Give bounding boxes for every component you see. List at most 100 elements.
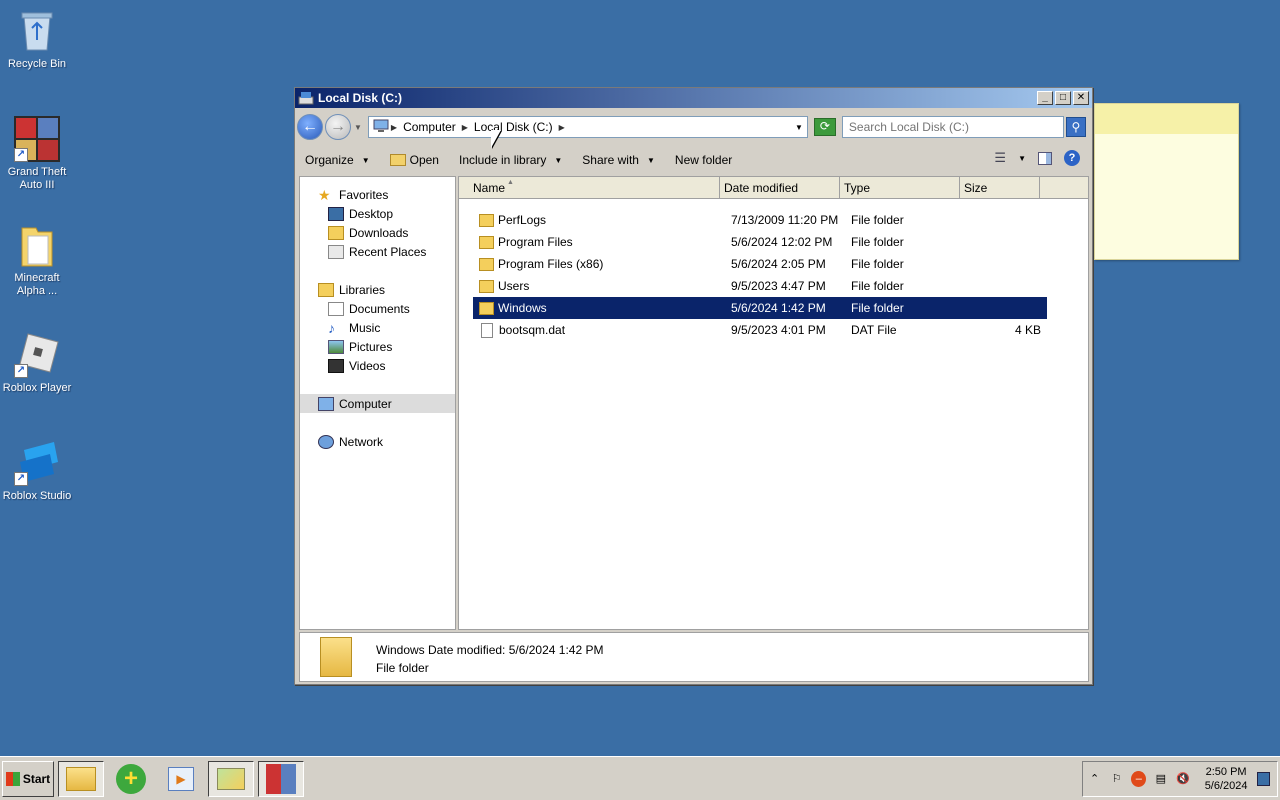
forward-button[interactable]: → [325,114,351,140]
breadcrumb-separator-icon[interactable]: ▶ [391,123,397,132]
share-with-button[interactable]: Share with ▼ [582,153,655,167]
desktop-icon-minecraft[interactable]: Minecraft Alpha ... [0,222,74,298]
nav-favorites[interactable]: ★ Favorites [300,185,455,204]
videos-icon [328,358,344,373]
column-header-size[interactable]: Size [960,177,1040,198]
sticky-note[interactable] [1094,103,1239,260]
taskbar-explorer[interactable] [58,760,104,797]
nav-downloads[interactable]: Downloads [300,223,455,242]
star-icon: ★ [318,186,331,203]
folder-icon [14,222,60,268]
table-row[interactable]: Program Files (x86) 5/6/2024 2:05 PM Fil… [473,253,1047,275]
back-button[interactable]: ← [297,114,323,140]
libraries-icon [318,282,334,297]
nav-computer[interactable]: Computer [300,394,455,413]
desktop-icon-roblox-studio[interactable]: ↗ Roblox Studio [0,440,74,503]
desktop-icon-recycle-bin[interactable]: Recycle Bin [0,8,74,71]
recent-pages-chevron-icon[interactable]: ▼ [354,123,362,132]
column-header-type[interactable]: Type [840,177,960,198]
include-in-library-button[interactable]: Include in library ▼ [459,153,562,167]
table-row[interactable]: bootsqm.dat 9/5/2023 4:01 PM DAT File 4 … [473,319,1047,341]
column-label: Size [964,181,988,195]
table-row[interactable]: PerfLogs 7/13/2009 11:20 PM File folder [473,209,1047,231]
column-label: Date modified [724,181,799,195]
breadcrumb-computer[interactable]: Computer [403,120,456,134]
file-date: 5/6/2024 2:05 PM [731,257,826,271]
nav-label: Videos [349,358,386,373]
organize-button[interactable]: Organize ▼ [305,153,370,167]
preview-pane-icon[interactable] [1038,151,1052,165]
nav-label: Libraries [339,282,386,297]
roblox-studio-icon: ↗ [14,440,60,486]
table-row[interactable]: Users 9/5/2023 4:47 PM File folder [473,275,1047,297]
view-details-icon[interactable]: ☰ [994,150,1006,166]
nav-network[interactable]: Network [300,432,455,451]
file-date: 9/5/2023 4:01 PM [731,323,826,337]
maximize-button[interactable]: □ [1055,91,1071,105]
network-tray-icon[interactable]: ▤ [1153,771,1168,787]
nav-label: Network [339,434,384,449]
windows-logo-icon [5,771,20,786]
breadcrumb-separator-icon[interactable]: ▶ [559,123,565,132]
nav-recent-places[interactable]: Recent Places [300,242,455,261]
refresh-button[interactable]: ⟳ [813,118,836,136]
taskbar-green-plus-app[interactable]: + [108,761,154,797]
nav-libraries[interactable]: Libraries [300,280,455,299]
media-player-icon: ▶ [168,766,194,791]
folder-icon [320,637,352,677]
blocked-red-icon[interactable]: – [1131,771,1147,787]
action-center-flag-icon[interactable]: ⚐ [1109,771,1124,787]
green-plus-icon: + [116,763,146,794]
breadcrumb-separator-icon[interactable]: ▶ [462,123,468,132]
taskbar-folder[interactable] [208,760,254,797]
details-line-1: Windows Date modified: 5/6/2024 1:42 PM [376,643,604,657]
open-button[interactable]: Open [389,153,439,167]
search-icon[interactable]: ⚲ [1065,117,1086,137]
address-history-dropdown-icon[interactable]: ▼ [795,123,803,132]
new-folder-button[interactable]: New folder [675,153,732,167]
search-input[interactable] [841,116,1064,138]
nav-music[interactable]: ♪ Music [300,318,455,337]
clock[interactable]: 2:50 PM 5/6/2024 [1202,765,1251,793]
taskbar-gta3[interactable] [258,760,304,797]
window-titlebar[interactable]: Local Disk (C:) _ □ ✕ [295,88,1092,108]
file-name: Users [498,279,530,293]
address-row: ← → ▼ ▶ Computer ▶ Local Disk (C:) ▶ ▼ ⟳… [297,110,1090,144]
window-title: Local Disk (C:) [318,91,403,105]
table-row-selected[interactable]: Windows 5/6/2024 1:42 PM File folder [473,297,1047,319]
details-pane: Windows Date modified: 5/6/2024 1:42 PM … [299,632,1089,682]
file-list: Name ▲ Date modified Type Size PerfLogs … [458,176,1089,630]
address-bar[interactable]: ▶ Computer ▶ Local Disk (C:) ▶ ▼ [367,116,808,138]
breadcrumb-local-disk[interactable]: Local Disk (C:) [474,120,553,134]
desktop-icon [328,206,344,221]
nav-desktop[interactable]: Desktop [300,204,455,223]
column-label: Name [473,181,506,195]
minimize-button[interactable]: _ [1037,91,1053,105]
show-desktop-icon[interactable] [1256,772,1270,786]
navigation-pane: ★ Favorites Desktop Downloads Recent Pla… [299,176,456,630]
column-header-date[interactable]: Date modified [720,177,840,198]
desktop-icon-roblox-player[interactable]: ↗ Roblox Player [0,332,74,395]
nav-videos[interactable]: Videos [300,356,455,375]
recent-places-icon [328,244,344,259]
column-header-name[interactable]: Name ▲ [459,177,720,198]
table-row[interactable]: Program Files 5/6/2024 12:02 PM File fol… [473,231,1047,253]
folder-icon [479,301,494,315]
sticky-note-titlebar[interactable] [1095,104,1238,134]
desktop-icon-gta3[interactable]: ↗ Grand Theft Auto III [0,116,74,192]
help-icon[interactable]: ? [1064,150,1080,166]
volume-muted-icon[interactable]: 🔇 [1175,771,1190,787]
nav-documents[interactable]: Documents [300,299,455,318]
nav-pictures[interactable]: Pictures [300,337,455,356]
file-date: 7/13/2009 11:20 PM [731,213,839,227]
file-name: Program Files (x86) [498,257,604,271]
file-name: Windows [498,301,547,315]
chevron-down-icon[interactable]: ▼ [1018,154,1026,163]
clock-date: 5/6/2024 [1204,780,1248,792]
show-hidden-icons-chevron-icon[interactable]: ⌃ [1087,771,1102,787]
start-button[interactable]: Start [2,760,54,797]
taskbar-media-player[interactable]: ▶ [158,761,204,797]
pictures-icon [328,339,344,354]
close-button[interactable]: ✕ [1073,91,1089,105]
file-date: 5/6/2024 12:02 PM [731,235,833,249]
